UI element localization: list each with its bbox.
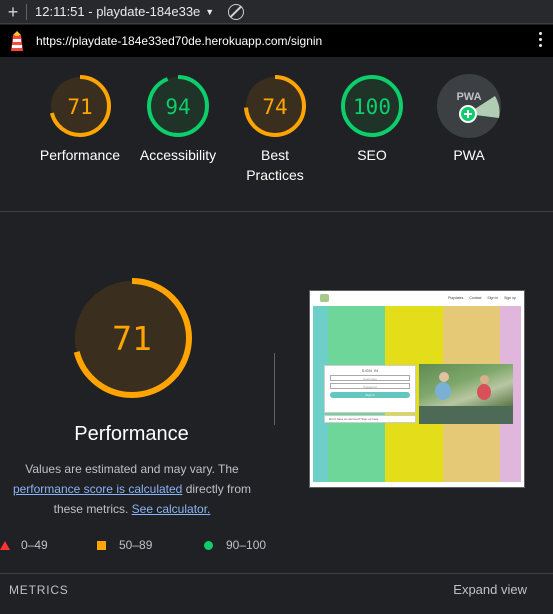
thumbnail-password-field: Password — [330, 383, 410, 389]
thumbnail-signin-card: SIGN IN Username Password Sign in — [324, 365, 416, 413]
performance-section: 71 Performance Values are estimated and … — [0, 213, 553, 573]
gauge-label: SEO — [357, 147, 387, 163]
new-report-button[interactable]: + — [0, 1, 26, 23]
gauge-label: Best Practices — [246, 147, 304, 183]
see-calculator-link[interactable]: See calculator. — [132, 502, 211, 516]
lighthouse-logo-icon — [0, 25, 34, 57]
big-gauge-score: 71 — [112, 319, 152, 358]
devtools-toolbar: + 12:11:51 - playdate-184e33e ▼ — [0, 0, 553, 24]
thumbnail-photo — [419, 364, 513, 424]
legend-fail-label: 0–49 — [21, 538, 48, 552]
note-line-3: these metrics. — [53, 502, 132, 516]
report-url-bar: https://playdate-184e33ed70de.herokuapp.… — [0, 25, 553, 57]
page-screenshot-thumbnail[interactable]: Playdates Contact Sign in Sign up SIGN I… — [309, 290, 525, 488]
toolbar-separator — [26, 3, 27, 20]
more-options-icon[interactable] — [539, 32, 543, 47]
score-scale-legend: 0–49 50–89 90–100 — [0, 536, 280, 556]
legend-average: 50–89 — [97, 538, 152, 552]
gauge-pwa[interactable]: PWA PWA — [419, 74, 519, 165]
thumbnail-nav-link: Sign up — [504, 296, 516, 300]
thumbnail-signin-button: Sign in — [330, 392, 410, 398]
gauge-best-practices[interactable]: 74 Best Practices — [225, 74, 325, 185]
session-label: 12:11:51 - playdate-184e33e — [35, 4, 201, 19]
report-url[interactable]: https://playdate-184e33ed70de.herokuapp.… — [36, 34, 322, 48]
gauge-score: 94 — [165, 95, 190, 119]
thumbnail-nav: Playdates Contact Sign in Sign up — [310, 291, 524, 306]
gauge-accessibility[interactable]: 94 Accessibility — [128, 74, 228, 165]
pwa-badge-text: PWA — [456, 91, 481, 103]
gauge-label: PWA — [453, 147, 485, 163]
thumbnail-nav-link: Contact — [469, 296, 482, 300]
note-line-2: directly from — [182, 482, 252, 496]
clear-reports-icon[interactable] — [228, 3, 245, 20]
expand-view-button[interactable]: Expand view — [453, 582, 527, 597]
thumbnail-logo-icon — [320, 294, 329, 302]
gauge-score: 100 — [353, 95, 391, 119]
gauge-score: 74 — [262, 95, 287, 119]
fail-triangle-icon — [0, 540, 10, 550]
metrics-header: METRICS Expand view — [0, 573, 553, 614]
vertical-divider — [274, 353, 275, 425]
average-square-icon — [97, 540, 106, 550]
performance-note: Values are estimated and may vary. The p… — [0, 459, 264, 519]
thumbnail-card-title: SIGN IN — [361, 369, 379, 373]
gauge-label: Accessibility — [139, 147, 217, 163]
gauge-ring: 100 — [341, 75, 403, 137]
legend-pass: 90–100 — [204, 538, 266, 552]
thumbnail-nav-link: Playdates — [447, 296, 464, 300]
performance-title: Performance — [74, 423, 189, 445]
pass-circle-icon — [204, 540, 213, 550]
chevron-down-icon: ▼ — [205, 6, 215, 17]
thumbnail-signup-text: Don't have an account? Sign up here — [324, 415, 416, 423]
metrics-heading: METRICS — [9, 583, 69, 597]
session-select[interactable]: 12:11:51 - playdate-184e33e ▼ — [35, 4, 214, 19]
legend-average-label: 50–89 — [119, 538, 153, 552]
score-calculated-link[interactable]: performance score is calculated — [13, 482, 182, 496]
thumbnail-username-field: Username — [330, 375, 410, 381]
pwa-badge-icon: PWA — [437, 74, 501, 138]
category-summary: 71 Performance 94 Accessibility 74 Best … — [0, 57, 553, 212]
note-line-1: Values are estimated and may vary. The — [25, 462, 239, 476]
legend-fail: 0–49 — [0, 538, 48, 552]
gauge-ring: 71 — [49, 75, 111, 137]
performance-big-gauge: 71 — [72, 278, 192, 398]
legend-pass-label: 90–100 — [226, 538, 267, 552]
gauge-seo[interactable]: 100 SEO — [322, 74, 422, 165]
gauge-ring: 74 — [244, 75, 306, 137]
gauge-label: Performance — [39, 147, 121, 163]
gauge-performance[interactable]: 71 Performance — [30, 74, 130, 165]
gauge-score: 71 — [67, 95, 92, 119]
gauge-ring: 94 — [147, 75, 209, 137]
thumbnail-nav-link: Sign in — [487, 296, 499, 300]
